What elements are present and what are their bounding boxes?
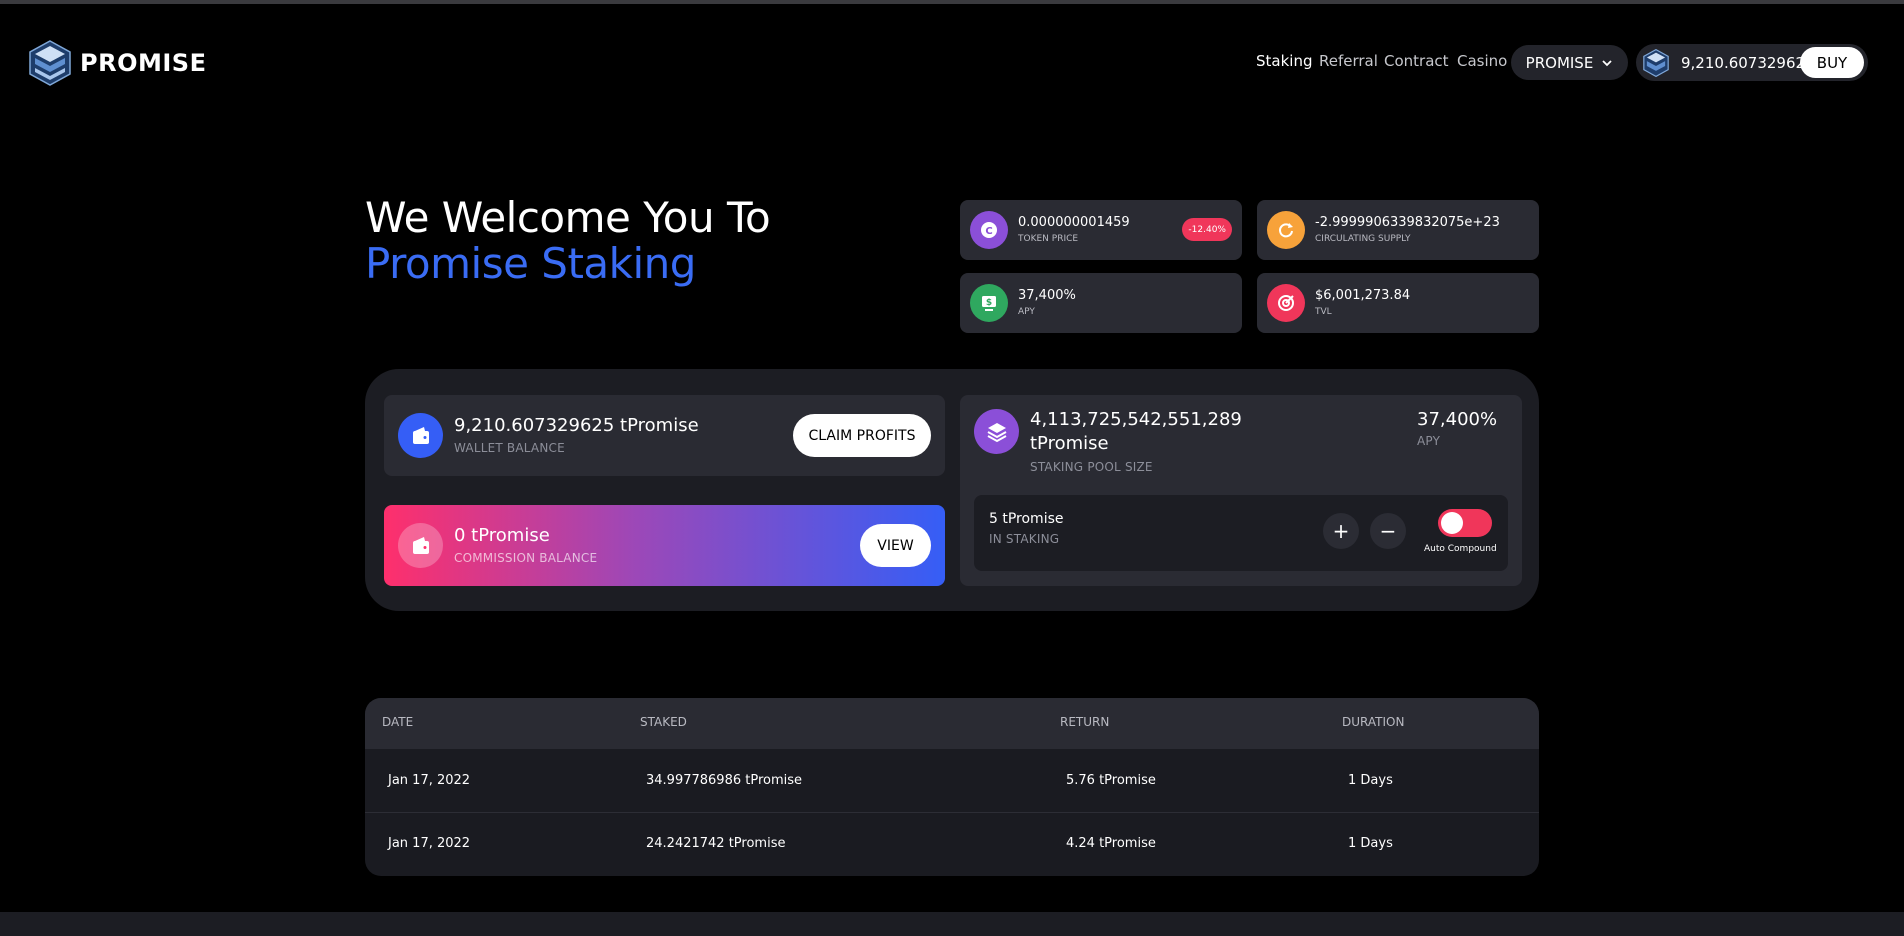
cell-return: 4.24 tPromise [1066, 836, 1156, 851]
token-price-value: 0.000000001459 [1018, 215, 1130, 230]
auto-compound-label: Auto Compound [1424, 544, 1497, 554]
staking-history-table: DATE STAKED RETURN DURATION Jan 17, 2022… [365, 698, 1539, 876]
hero-title: We Welcome You To Promise Staking [365, 193, 771, 288]
cell-duration: 1 Days [1348, 836, 1393, 851]
pool-apy-label: APY [1417, 434, 1441, 448]
dollar-monitor-icon: $ [970, 284, 1008, 322]
minus-icon[interactable]: − [1370, 513, 1406, 549]
staking-panel: 9,210.607329625 tPromise WALLET BALANCE … [365, 369, 1539, 611]
pool-apy-value: 37,400% [1417, 409, 1498, 430]
column-header-return: RETURN [1060, 715, 1110, 729]
cell-date: Jan 17, 2022 [388, 836, 471, 851]
stat-circulating-supply: -2.9999906339832075e+23 CIRCULATING SUPP… [1257, 200, 1539, 260]
svg-text:C: C [985, 226, 992, 237]
stat-tvl: $6,001,273.84 TVL [1257, 273, 1539, 333]
toggle-knob [1441, 512, 1463, 534]
plus-icon[interactable]: + [1323, 513, 1359, 549]
apy-label: APY [1018, 307, 1035, 317]
promise-logo-icon [1643, 48, 1669, 77]
column-header-duration: DURATION [1342, 715, 1405, 729]
claim-profits-button[interactable]: CLAIM PROFITS [793, 414, 931, 457]
layers-icon [974, 409, 1019, 454]
window-top-border [0, 0, 1904, 4]
brand-logo[interactable]: PROMISE [29, 40, 206, 86]
commission-label: COMMISSION BALANCE [454, 551, 598, 565]
nav-referral[interactable]: Referral [1319, 52, 1378, 70]
brand-name: PROMISE [80, 49, 207, 77]
token-select-label: PROMISE [1525, 53, 1594, 72]
apy-value: 37,400% [1018, 288, 1076, 303]
table-header: DATE STAKED RETURN DURATION [365, 698, 1539, 749]
promise-logo-icon [29, 40, 71, 86]
in-staking-amount: 5 tPromise [989, 511, 1064, 527]
wallet-icon [398, 523, 443, 568]
staking-pool-card: 4,113,725,542,551,289 tPromise STAKING P… [960, 395, 1522, 586]
column-header-date: DATE [382, 715, 414, 729]
hero-title-line2: Promise Staking [365, 239, 696, 288]
in-staking-box: 5 tPromise IN STAKING + − Auto Compound [974, 495, 1508, 571]
cell-date: Jan 17, 2022 [388, 773, 471, 788]
view-button[interactable]: VIEW [860, 524, 931, 567]
auto-compound-toggle[interactable] [1438, 509, 1492, 537]
hero-title-line1: We Welcome You To [365, 193, 771, 242]
wallet-balance-label: WALLET BALANCE [454, 441, 565, 455]
coin-icon: C [970, 211, 1008, 249]
nav-contract[interactable]: Contract [1384, 52, 1449, 70]
commission-balance-card: 0 tPromise COMMISSION BALANCE VIEW [384, 505, 945, 586]
circulating-label: CIRCULATING SUPPLY [1315, 234, 1411, 244]
nav-casino[interactable]: Casino [1457, 52, 1507, 70]
token-select-dropdown[interactable]: PROMISE [1511, 45, 1628, 80]
token-price-label: TOKEN PRICE [1018, 234, 1079, 244]
pool-size-line1: 4,113,725,542,551,289 [1030, 409, 1242, 430]
commission-amount: 0 tPromise [454, 525, 550, 546]
cell-staked: 24.2421742 tPromise [646, 836, 786, 851]
table-row: Jan 17, 2022 24.2421742 tPromise 4.24 tP… [365, 812, 1539, 874]
target-icon [1267, 284, 1305, 322]
table-row: Jan 17, 2022 34.997786986 tPromise 5.76 … [365, 750, 1539, 812]
pool-size-label: STAKING POOL SIZE [1030, 460, 1153, 474]
circulating-value: -2.9999906339832075e+23 [1315, 215, 1500, 230]
stat-apy: $ 37,400% APY [960, 273, 1242, 333]
in-staking-label: IN STAKING [989, 532, 1060, 546]
wallet-icon [398, 413, 443, 458]
cell-return: 5.76 tPromise [1066, 773, 1156, 788]
wallet-pill: 9,210.607329625 BUY [1636, 44, 1868, 81]
pool-size-line2: tPromise [1030, 433, 1109, 454]
wallet-amount: 9,210.607329625 [1681, 53, 1815, 72]
buy-button[interactable]: BUY [1800, 47, 1864, 78]
chevron-down-icon [1602, 59, 1612, 66]
wallet-balance-amount: 9,210.607329625 tPromise [454, 415, 699, 436]
tvl-value: $6,001,273.84 [1315, 288, 1411, 303]
footer [0, 912, 1904, 936]
nav-staking[interactable]: Staking [1256, 52, 1312, 70]
tvl-label: TVL [1315, 307, 1332, 317]
wallet-balance-card: 9,210.607329625 tPromise WALLET BALANCE … [384, 395, 945, 476]
refresh-icon [1267, 211, 1305, 249]
column-header-staked: STAKED [640, 715, 687, 729]
price-change-badge: -12.40% [1182, 218, 1232, 241]
stat-token-price: C 0.000000001459 TOKEN PRICE -12.40% [960, 200, 1242, 260]
svg-text:$: $ [986, 298, 992, 308]
cell-duration: 1 Days [1348, 773, 1393, 788]
cell-staked: 34.997786986 tPromise [646, 773, 803, 788]
